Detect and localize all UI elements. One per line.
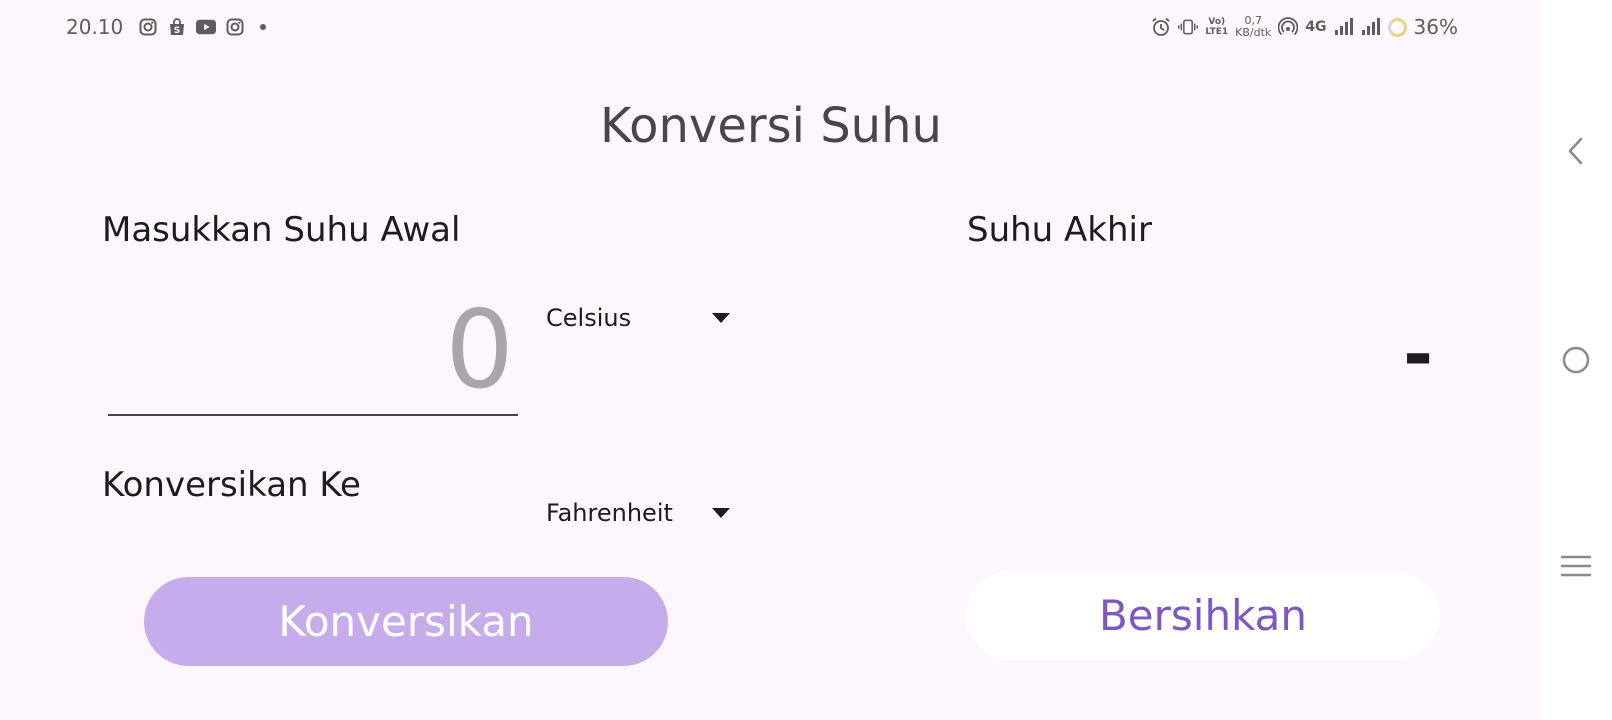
instagram-icon <box>225 17 245 37</box>
back-arrow-icon <box>1568 137 1583 165</box>
recents-button[interactable] <box>1558 548 1594 584</box>
input-temperature-label: Masukkan Suhu Awal <box>102 210 461 250</box>
battery-icon <box>1387 17 1407 37</box>
to-unit-value: Fahrenheit <box>546 499 673 527</box>
volte-bottom: LTE1 <box>1205 27 1229 37</box>
app-screen: 20.10 S Vo) LTE1 0,7 KB/dtk 4G 36% Konve… <box>0 0 1612 720</box>
menu-lines-icon <box>1560 555 1592 577</box>
alarm-icon <box>1151 17 1171 37</box>
clear-button[interactable]: Bersihkan <box>966 571 1440 660</box>
network-speed: 0,7 KB/dtk <box>1235 15 1271 39</box>
signal-strength-icon <box>1361 17 1381 37</box>
from-unit-value: Celsius <box>546 304 632 332</box>
from-unit-dropdown[interactable]: Celsius <box>546 300 730 336</box>
convert-button[interactable]: Konversikan <box>144 577 668 666</box>
temperature-input[interactable] <box>108 286 518 416</box>
status-bar-right: Vo) LTE1 0,7 KB/dtk 4G 36% <box>1151 12 1458 42</box>
instagram-icon <box>138 17 158 37</box>
dropdown-arrow-icon <box>712 508 730 518</box>
network-speed-unit: KB/dtk <box>1235 26 1272 39</box>
home-button[interactable] <box>1558 342 1594 378</box>
network-type: 4G <box>1305 19 1327 35</box>
hotspot-icon <box>1278 17 1299 37</box>
shop-bag-icon: S <box>167 17 187 37</box>
volte-indicator: Vo) LTE1 <box>1205 17 1228 37</box>
home-circle-icon <box>1562 346 1590 374</box>
result-value: - <box>1403 312 1433 396</box>
vibrate-icon <box>1178 17 1199 37</box>
back-button[interactable] <box>1558 133 1594 169</box>
page-title: Konversi Suhu <box>600 98 942 154</box>
dropdown-arrow-icon <box>712 313 730 323</box>
navigation-bar <box>1540 0 1612 720</box>
result-temperature-label: Suhu Akhir <box>967 210 1152 250</box>
status-time: 20.10 <box>66 15 124 39</box>
svg-text:S: S <box>174 26 180 36</box>
to-unit-dropdown[interactable]: Fahrenheit <box>546 495 730 531</box>
notification-dot-icon <box>260 24 267 30</box>
battery-percent: 36% <box>1413 15 1458 39</box>
volte-top: Vo) <box>1208 17 1226 27</box>
status-bar-left: 20.10 S <box>66 13 267 41</box>
signal-strength-icon <box>1334 17 1354 37</box>
youtube-icon <box>196 17 217 37</box>
convert-to-label: Konversikan Ke <box>102 465 361 505</box>
